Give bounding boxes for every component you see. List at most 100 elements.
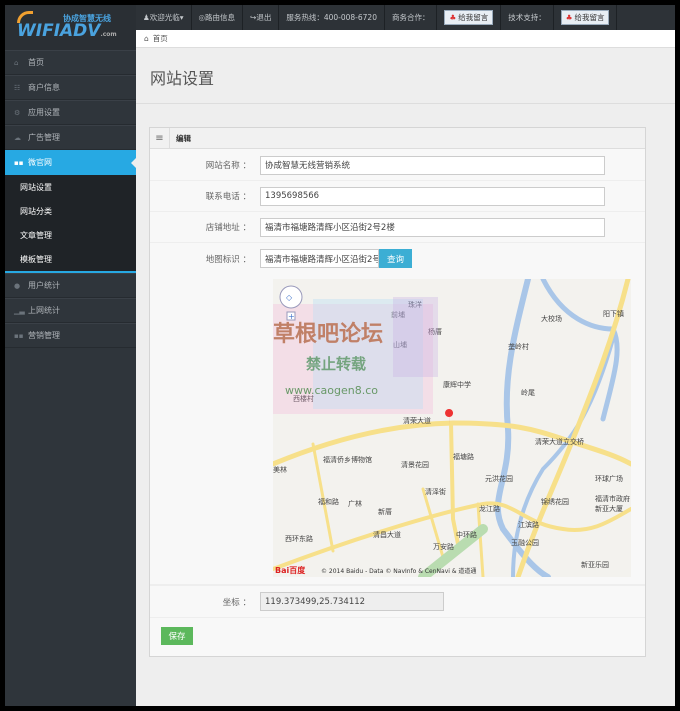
field-label: 店铺地址 ：: [205, 223, 251, 233]
submenu-site-settings[interactable]: 网站设置: [5, 175, 136, 199]
map-label: 龙江路: [479, 504, 500, 513]
qq-business: ♣ 给我留言: [437, 5, 502, 30]
svg-text:草根吧论坛: 草根吧论坛: [273, 321, 383, 347]
nav-label: 营销管理: [28, 331, 60, 340]
home-icon: ⌂: [14, 58, 19, 67]
map-label: 福清市政府: [595, 494, 630, 503]
nav-label: 上网统计: [28, 306, 60, 315]
map-label: 福和路: [318, 497, 339, 506]
field-label: 地图标识 ：: [205, 255, 251, 265]
baidu-map[interactable]: 珠洋 前埔 杨厝 山埔 康辉中学 大校场 垄岭村 岭尾 阳下镇 清荣大道 清荣大道立交桥 福清侨乡博物…: [273, 279, 631, 577]
map-label: 清泽街: [425, 487, 446, 496]
logo[interactable]: 协成智慧无线 WIFIADV.com: [5, 5, 136, 50]
user-icon: ●: [14, 281, 21, 290]
map-copyright: © 2014 Baidu - Data © NavInfo & CenNavi …: [321, 567, 476, 575]
sidebar-item-merchant[interactable]: ☷ 商户信息: [5, 75, 136, 100]
panel-header: ≡ 编辑: [150, 127, 645, 149]
coords-row: 坐标 ： 119.373499,25.734112: [150, 585, 645, 618]
nav-label: 应用设置: [28, 108, 60, 117]
submenu-site-categories[interactable]: 网站分类: [5, 199, 136, 223]
submenu-articles[interactable]: 文章管理: [5, 223, 136, 247]
router-info-link[interactable]: ◎ 路由信息: [192, 5, 244, 30]
address-input[interactable]: 福清市福塘路清辉小区沿街2号2楼: [260, 217, 605, 237]
svg-text:www.caogen8.co: www.caogen8.co: [285, 384, 378, 397]
coords-input: 119.373499,25.734112: [260, 592, 444, 611]
grid-icon: ▪▪: [14, 331, 24, 340]
nav-label: 商户信息: [28, 83, 60, 92]
address-row: 店铺地址 ： 福清市福塘路清辉小区沿街2号2楼: [150, 212, 645, 243]
logo-brand: WIFIADV.com: [17, 21, 117, 41]
map-canvas: 珠洋前埔杨厝山埔康辉中学大校场垄岭村岭尾阳下镇清荣大道清荣大道立交桥福清侨乡博物…: [273, 279, 631, 577]
map-label: 康辉中学: [443, 380, 471, 389]
field-label: 坐标 ：: [222, 597, 251, 608]
qq-message-button-2[interactable]: ♣ 给我留言: [560, 10, 610, 25]
users-icon: ☷: [14, 83, 21, 92]
cogs-icon: ⚙: [14, 108, 21, 117]
field-label: 网站名称 ：: [205, 161, 251, 171]
nav-label: 用户统计: [28, 281, 60, 290]
hotline: 服务热线：400-008-6720: [279, 5, 385, 30]
caret-down-icon: ▾: [179, 13, 184, 22]
panel-title: 编辑: [176, 133, 191, 143]
page-title: 网站设置: [150, 69, 215, 88]
router-label: 路由信息: [205, 13, 236, 22]
map-label: 锦绣花园: [541, 497, 569, 506]
site-name-input[interactable]: 协成智慧无线营销系统: [260, 155, 605, 175]
map-label: 清景花园: [401, 460, 429, 469]
nav-label: 首页: [28, 58, 44, 67]
sidebar-item-micro-site[interactable]: ▪▪ 微官网: [5, 150, 136, 175]
map-label: 环球广场: [595, 474, 623, 483]
map-label: 新亚乐园: [581, 560, 609, 569]
map-label: 江滨路: [518, 520, 539, 529]
map-label: 福清侨乡博物馆: [323, 455, 372, 464]
qq-message-button-1[interactable]: ♣ 给我留言: [444, 10, 494, 25]
sidebar-item-ads[interactable]: ☁ 广告管理: [5, 125, 136, 150]
welcome-dropdown[interactable]: ♟ 欢迎光临 ▾: [136, 5, 192, 30]
tech-label: 技术支持：: [501, 5, 554, 30]
logout-label: 退出: [256, 13, 272, 22]
breadcrumb-home[interactable]: 首页: [153, 33, 168, 44]
submenu-templates[interactable]: 模板管理: [5, 247, 136, 271]
user-icon: ♟: [143, 13, 150, 22]
map-label: 新厝: [378, 507, 392, 516]
baidu-logo: Bai百度: [275, 565, 306, 575]
map-label: 清荣大道立交桥: [535, 437, 584, 446]
watermark: 草根吧论坛 禁止转载 www.caogen8.co: [273, 297, 438, 414]
map-label: 垄岭村: [508, 342, 529, 351]
map-label: 西环东路: [285, 534, 313, 543]
map-label: 新亚大厦: [595, 504, 623, 513]
map-label: 美林: [273, 465, 287, 474]
road-futang: [449, 421, 460, 546]
home-icon: ⌂: [144, 34, 149, 43]
sidebar-item-online-stats[interactable]: ▁▃ 上网统计: [5, 298, 136, 323]
map-label: 中环路: [456, 530, 477, 539]
map-search-button[interactable]: 查询: [379, 249, 413, 268]
map-label: 广林: [348, 499, 362, 508]
svg-text:禁止转载: 禁止转载: [306, 355, 366, 373]
logout-link[interactable]: ↪ 退出: [243, 5, 280, 30]
sidebar-item-marketing[interactable]: ▪▪ 营销管理: [5, 323, 136, 348]
sidebar-item-user-stats[interactable]: ● 用户统计: [5, 273, 136, 298]
map-label: 岭尾: [521, 388, 535, 397]
divider: [136, 103, 675, 104]
pan-arrows-icon: ◇: [286, 293, 293, 302]
nav-label: 微官网: [28, 158, 52, 167]
edit-panel: ≡ 编辑 网站名称 ： 协成智慧无线营销系统 联系电话 ： 1395698566 店铺…: [149, 127, 646, 657]
submenu: 网站设置 网站分类 文章管理 模板管理: [5, 175, 136, 273]
sidebar-item-home[interactable]: ⌂ 首页: [5, 50, 136, 75]
sidebar: 协成智慧无线 WIFIADV.com ⌂ 首页 ☷ 商户信息 ⚙ 应用设置 ☁ 广告管理…: [5, 5, 136, 706]
phone-input[interactable]: 1395698566: [260, 186, 605, 206]
field-label: 联系电话 ：: [205, 192, 251, 202]
map-label: 玉融公园: [511, 538, 539, 547]
qq-icon: ♣: [449, 13, 457, 22]
map-label: 万安路: [433, 542, 454, 551]
phone-row: 联系电话 ： 1395698566: [150, 181, 645, 212]
sidebar-item-app-settings[interactable]: ⚙ 应用设置: [5, 100, 136, 125]
map-search-input[interactable]: 福清市福塘路清辉小区沿街2号: [260, 249, 379, 268]
save-button[interactable]: 保存: [161, 627, 193, 645]
plus-icon: +: [288, 312, 295, 321]
signal-icon: ▁▃: [14, 306, 25, 315]
map-label: 清荣大道: [403, 416, 431, 425]
grid-icon: ▪▪: [14, 158, 24, 167]
map-label: 阳下镇: [603, 309, 624, 318]
